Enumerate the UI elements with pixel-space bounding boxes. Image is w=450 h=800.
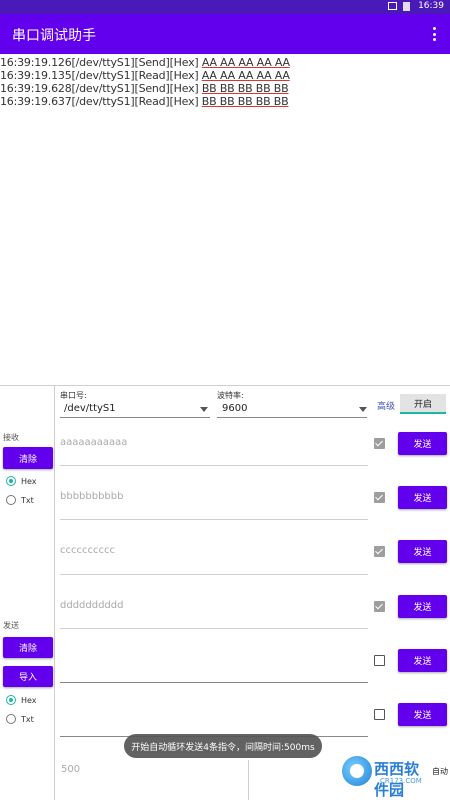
log-area: 16:39:19.126[/dev/ttyS1][Send][Hex] AA A… [0,56,450,384]
port-select[interactable]: /dev/ttyS1 [64,403,116,414]
app-root: 16:39 串口调试助手 16:39:19.126[/dev/ttyS1][Se… [0,0,450,800]
baud-underline [217,417,367,418]
command-checkbox[interactable] [374,601,385,612]
command-input[interactable]: dddddddddd [60,600,368,620]
chevron-down-icon [200,407,208,412]
input-underline [60,465,368,466]
command-input[interactable]: cccccccccc [60,545,368,565]
command-input[interactable]: bbbbbbbbbb [60,491,368,511]
chevron-down-icon [359,407,367,412]
radio-checked-icon [6,476,16,486]
status-bar: 16:39 [0,0,450,14]
baud-label: 波特率: [217,391,244,400]
send-label: 发送 [3,621,19,630]
receive-label: 接收 [3,433,19,442]
command-checkbox[interactable] [374,492,385,503]
send-button[interactable]: 发送 [398,540,447,563]
receive-hex-radio[interactable]: Hex [6,476,37,486]
receive-clear-button[interactable]: 清除 [3,447,53,469]
send-button[interactable]: 发送 [398,432,447,455]
send-hex-radio[interactable]: Hex [6,695,37,705]
toast-message: 开始自动循环发送4条指令，间隔时间:500ms [124,734,322,758]
command-checkbox[interactable] [374,438,385,449]
log-line: 16:39:19.628[/dev/ttyS1][Send][Hex] BB B… [0,82,289,95]
receive-txt-radio[interactable]: Txt [6,495,34,505]
send-clear-button[interactable]: 清除 [3,637,53,658]
import-button[interactable]: 导入 [3,666,53,687]
log-line: 16:39:19.135[/dev/ttyS1][Read][Hex] AA A… [0,69,290,82]
send-txt-radio[interactable]: Txt [6,714,34,724]
radio-unchecked-icon [6,495,16,505]
divider [248,760,249,800]
open-port-button[interactable]: 开启 [400,394,446,414]
radio-unchecked-icon [6,714,16,724]
command-input[interactable] [60,654,368,674]
command-input[interactable]: aaaaaaaaaaa [60,437,368,457]
interval-input[interactable]: 500 [61,764,80,775]
command-checkbox[interactable] [374,709,385,720]
app-title: 串口调试助手 [12,28,96,44]
app-bar: 串口调试助手 [0,14,450,54]
watermark-logo-icon [342,756,372,786]
send-button[interactable]: 发送 [398,486,447,509]
battery-icon [403,2,410,11]
send-button[interactable]: 发送 [398,649,447,672]
watermark-sub: CR173.COM [380,777,422,785]
input-underline [60,519,368,520]
send-button[interactable]: 发送 [398,595,447,618]
status-time: 16:39 [418,1,444,11]
send-button[interactable]: 发送 [398,703,447,726]
input-underline [60,628,368,629]
port-underline [60,417,210,418]
command-checkbox[interactable] [374,546,385,557]
advanced-link[interactable]: 高级 [377,399,395,412]
status-icons [388,2,410,11]
command-checkbox[interactable] [374,655,385,666]
screen-icon [388,2,397,10]
input-underline [60,574,368,575]
auto-checkbox-label[interactable]: 自动 [432,766,448,777]
watermark: 西西软件园 CR173.COM [340,752,430,799]
more-vert-icon[interactable] [430,25,438,43]
input-underline [60,682,368,683]
port-label: 串口号: [60,391,87,400]
log-line: 16:39:19.126[/dev/ttyS1][Send][Hex] AA A… [0,56,290,69]
command-input[interactable] [60,708,368,728]
log-line: 16:39:19.637[/dev/ttyS1][Read][Hex] BB B… [0,95,289,108]
baud-select[interactable]: 9600 [222,403,247,414]
left-column: 接收 清除 Hex Txt 发送 清除 导入 Hex Txt [0,386,55,800]
radio-checked-icon [6,695,16,705]
